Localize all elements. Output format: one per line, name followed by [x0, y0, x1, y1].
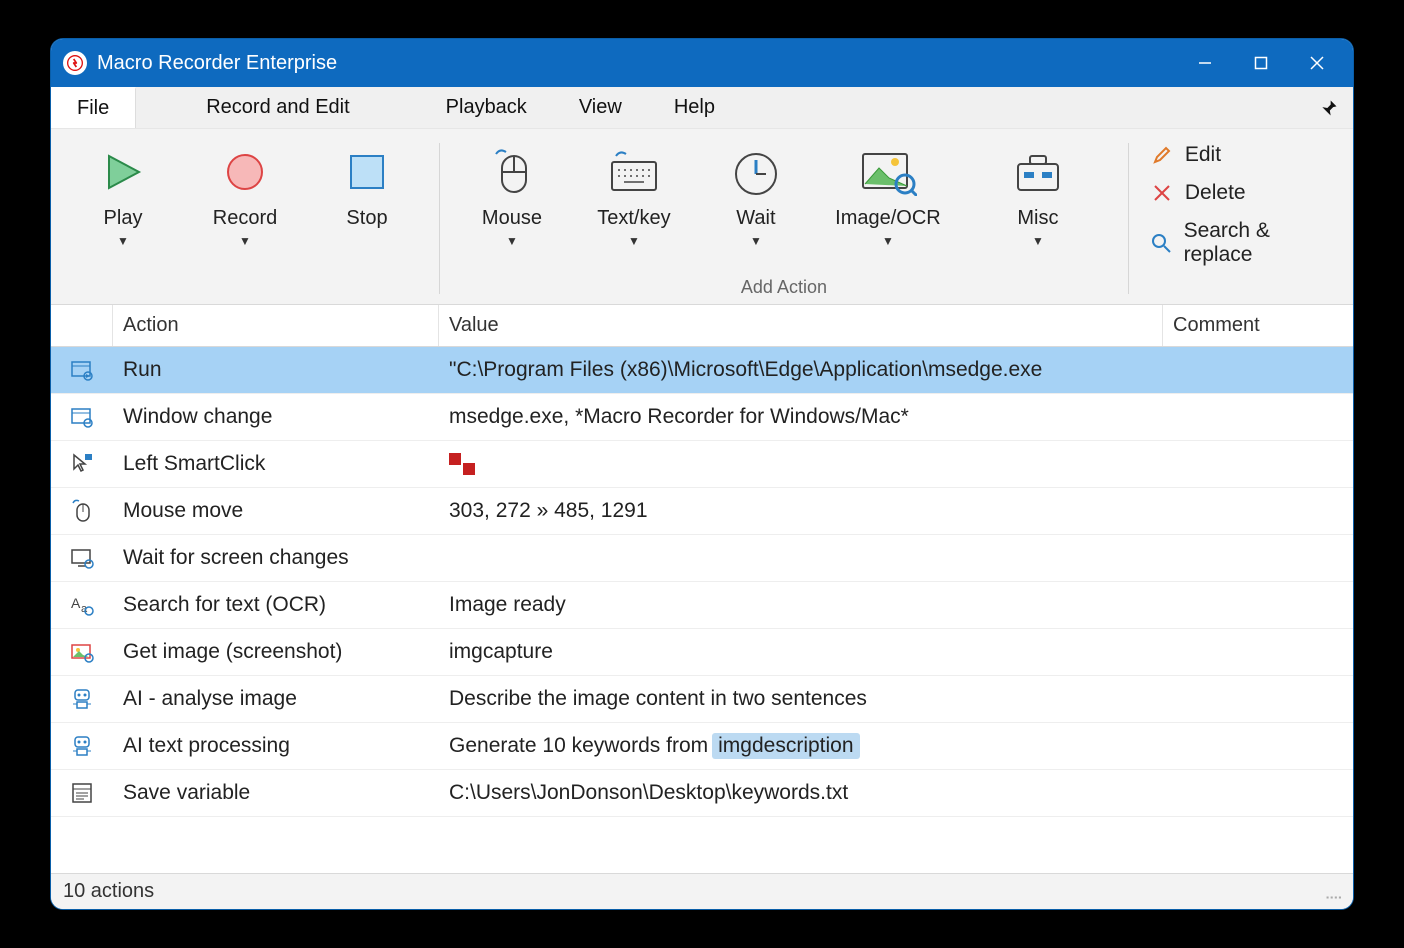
menu-file[interactable]: File — [51, 87, 136, 128]
row-value: msedge.exe, *Macro Recorder for Windows/… — [439, 405, 1163, 429]
record-button[interactable]: Record ▼ — [193, 141, 297, 248]
table-row[interactable]: Mouse move303, 272 » 485, 1291 — [51, 488, 1353, 535]
pin-icon[interactable] — [1305, 98, 1353, 118]
add-action-label: Add Action — [741, 277, 827, 302]
row-action: Search for text (OCR) — [113, 593, 439, 617]
row-value: C:\Users\JonDonson\Desktop\keywords.txt — [439, 781, 1163, 805]
row-icon — [51, 780, 113, 806]
playback-group: Play ▼ Record ▼ Stop — [59, 135, 431, 302]
row-value: imgcapture — [439, 640, 1163, 664]
table-row[interactable]: Run"C:\Program Files (x86)\Microsoft\Edg… — [51, 347, 1353, 394]
row-icon — [51, 451, 113, 477]
row-action: Window change — [113, 405, 439, 429]
row-action: Wait for screen changes — [113, 546, 439, 570]
search-icon — [1151, 232, 1172, 254]
row-icon — [51, 545, 113, 571]
row-action: Left SmartClick — [113, 452, 439, 476]
table-row[interactable]: Window changemsedge.exe, *Macro Recorder… — [51, 394, 1353, 441]
table-header: Action Value Comment — [51, 305, 1353, 347]
app-icon — [63, 51, 87, 75]
menu-view[interactable]: View — [553, 87, 648, 128]
svg-text:a: a — [81, 603, 88, 615]
variable-chip: imgdescription — [712, 733, 859, 759]
status-text: 10 actions — [63, 880, 154, 903]
row-icon — [51, 639, 113, 665]
edit-button[interactable]: Edit — [1151, 143, 1335, 167]
table-row[interactable]: AaSearch for text (OCR)Image ready — [51, 582, 1353, 629]
table-row[interactable]: Wait for screen changes — [51, 535, 1353, 582]
row-value: 303, 272 » 485, 1291 — [439, 499, 1163, 523]
row-icon — [51, 404, 113, 430]
textkey-button[interactable]: Text/key ▼ — [582, 141, 686, 248]
menu-playback[interactable]: Playback — [420, 87, 553, 128]
row-action: Save variable — [113, 781, 439, 805]
search-replace-button[interactable]: Search & replace — [1151, 219, 1335, 267]
row-value: Generate 10 keywords fromimgdescription — [439, 733, 1163, 759]
resize-grip-icon[interactable]: ⣀⣀ — [1324, 883, 1341, 900]
row-icon — [51, 498, 113, 524]
row-icon: Aa — [51, 592, 113, 618]
target-thumbnail-icon — [449, 453, 475, 475]
edit-group: Edit Delete Search & replace — [1137, 135, 1345, 302]
imageocr-button[interactable]: Image/OCR ▼ — [826, 141, 950, 248]
action-list: Run"C:\Program Files (x86)\Microsoft\Edg… — [51, 347, 1353, 873]
app-window: Macro Recorder Enterprise File Record an… — [51, 39, 1353, 909]
maximize-button[interactable] — [1233, 43, 1289, 83]
chevron-down-icon: ▼ — [239, 234, 251, 248]
table-row[interactable]: Get image (screenshot)imgcapture — [51, 629, 1353, 676]
row-action: AI - analyse image — [113, 687, 439, 711]
svg-text:A: A — [71, 595, 81, 611]
stop-button[interactable]: Stop — [315, 141, 419, 248]
row-action: Get image (screenshot) — [113, 640, 439, 664]
col-comment[interactable]: Comment — [1163, 305, 1353, 346]
minimize-button[interactable] — [1177, 43, 1233, 83]
ribbon: Play ▼ Record ▼ Stop Mou — [51, 129, 1353, 305]
menu-bar: File Record and Edit Playback View Help — [51, 87, 1353, 129]
menu-record-edit[interactable]: Record and Edit — [136, 87, 419, 128]
delete-button[interactable]: Delete — [1151, 181, 1335, 205]
row-action: Run — [113, 358, 439, 382]
x-icon — [1151, 182, 1173, 204]
col-icon[interactable] — [51, 305, 113, 346]
row-action: AI text processing — [113, 734, 439, 758]
chevron-down-icon: ▼ — [117, 234, 129, 248]
row-action: Mouse move — [113, 499, 439, 523]
row-icon — [51, 733, 113, 759]
row-value: Describe the image content in two senten… — [439, 687, 1163, 711]
row-value: "C:\Program Files (x86)\Microsoft\Edge\A… — [439, 358, 1163, 382]
row-icon — [51, 357, 113, 383]
row-icon — [51, 686, 113, 712]
table-row[interactable]: Save variableC:\Users\JonDonson\Desktop\… — [51, 770, 1353, 817]
mouse-button[interactable]: Mouse ▼ — [460, 141, 564, 248]
wait-button[interactable]: Wait ▼ — [704, 141, 808, 248]
row-value — [439, 453, 1163, 475]
app-title: Macro Recorder Enterprise — [97, 52, 337, 75]
col-value[interactable]: Value — [439, 305, 1163, 346]
table-row[interactable]: AI text processingGenerate 10 keywords f… — [51, 723, 1353, 770]
table-row[interactable]: Left SmartClick — [51, 441, 1353, 488]
menu-help[interactable]: Help — [648, 87, 741, 128]
pencil-icon — [1151, 144, 1173, 166]
table-row[interactable]: AI - analyse imageDescribe the image con… — [51, 676, 1353, 723]
status-bar: 10 actions ⣀⣀ — [51, 873, 1353, 909]
play-button[interactable]: Play ▼ — [71, 141, 175, 248]
title-bar: Macro Recorder Enterprise — [51, 39, 1353, 87]
col-action[interactable]: Action — [113, 305, 439, 346]
add-action-group: Mouse ▼ Text/key ▼ Wait ▼ Image/OCR ▼ — [448, 135, 1120, 302]
close-button[interactable] — [1289, 43, 1345, 83]
row-value: Image ready — [439, 593, 1163, 617]
misc-button[interactable]: Misc ▼ — [968, 141, 1108, 248]
